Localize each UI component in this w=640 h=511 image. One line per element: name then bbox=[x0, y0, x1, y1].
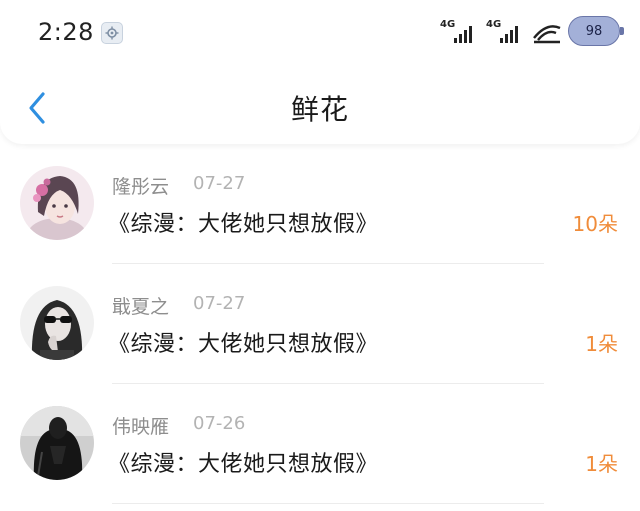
list-item[interactable]: 戢夏之 07-27 《综漫：大佬她只想放假》 1朵 bbox=[0, 264, 640, 384]
battery-indicator: 98 bbox=[568, 16, 624, 46]
book-title: 《综漫：大佬她只想放假》 bbox=[108, 212, 379, 237]
page-title: 鲜花 bbox=[290, 93, 349, 126]
network-type-label: 4G bbox=[440, 19, 456, 30]
avatar[interactable] bbox=[20, 166, 94, 240]
list-item[interactable]: 伟映雁 07-26 《综漫：大佬她只想放假》 1朵 bbox=[0, 384, 640, 504]
status-icons: 4G 4G 98 bbox=[440, 16, 624, 46]
user-name: 伟映雁 bbox=[112, 416, 170, 438]
flower-count: 1朵 bbox=[585, 452, 618, 476]
flowers-page: 2:28 4G 4G 98 鲜花 隆彤云 07-27 《综漫：大佬她只想放假》 … bbox=[0, 0, 640, 511]
book-title: 《综漫：大佬她只想放假》 bbox=[108, 452, 379, 477]
record-date: 07-26 bbox=[193, 413, 246, 434]
settings-notification-icon bbox=[101, 22, 123, 44]
cellular-signal-icon: 4G bbox=[486, 17, 526, 45]
cellular-signal-icon: 4G bbox=[440, 17, 480, 45]
list-item[interactable]: 隆彤云 07-27 《综漫：大佬她只想放假》 10朵 bbox=[0, 144, 640, 264]
battery-level: 98 bbox=[585, 23, 603, 39]
avatar[interactable] bbox=[20, 286, 94, 360]
avatar[interactable] bbox=[20, 406, 94, 480]
flower-count: 10朵 bbox=[572, 212, 618, 236]
top-bar: 2:28 4G 4G 98 鲜花 bbox=[0, 0, 640, 144]
flower-count: 1朵 bbox=[585, 332, 618, 356]
user-name: 隆彤云 bbox=[112, 176, 170, 198]
user-name: 戢夏之 bbox=[112, 296, 170, 318]
network-type-label: 4G bbox=[486, 19, 502, 30]
divider bbox=[112, 503, 544, 504]
record-date: 07-27 bbox=[193, 293, 246, 314]
book-title: 《综漫：大佬她只想放假》 bbox=[108, 332, 379, 357]
wifi-icon bbox=[532, 18, 562, 44]
flower-record-list: 隆彤云 07-27 《综漫：大佬她只想放假》 10朵 戢夏之 07-27 《综漫… bbox=[0, 144, 640, 504]
record-date: 07-27 bbox=[193, 173, 246, 194]
status-time: 2:28 bbox=[38, 18, 94, 46]
